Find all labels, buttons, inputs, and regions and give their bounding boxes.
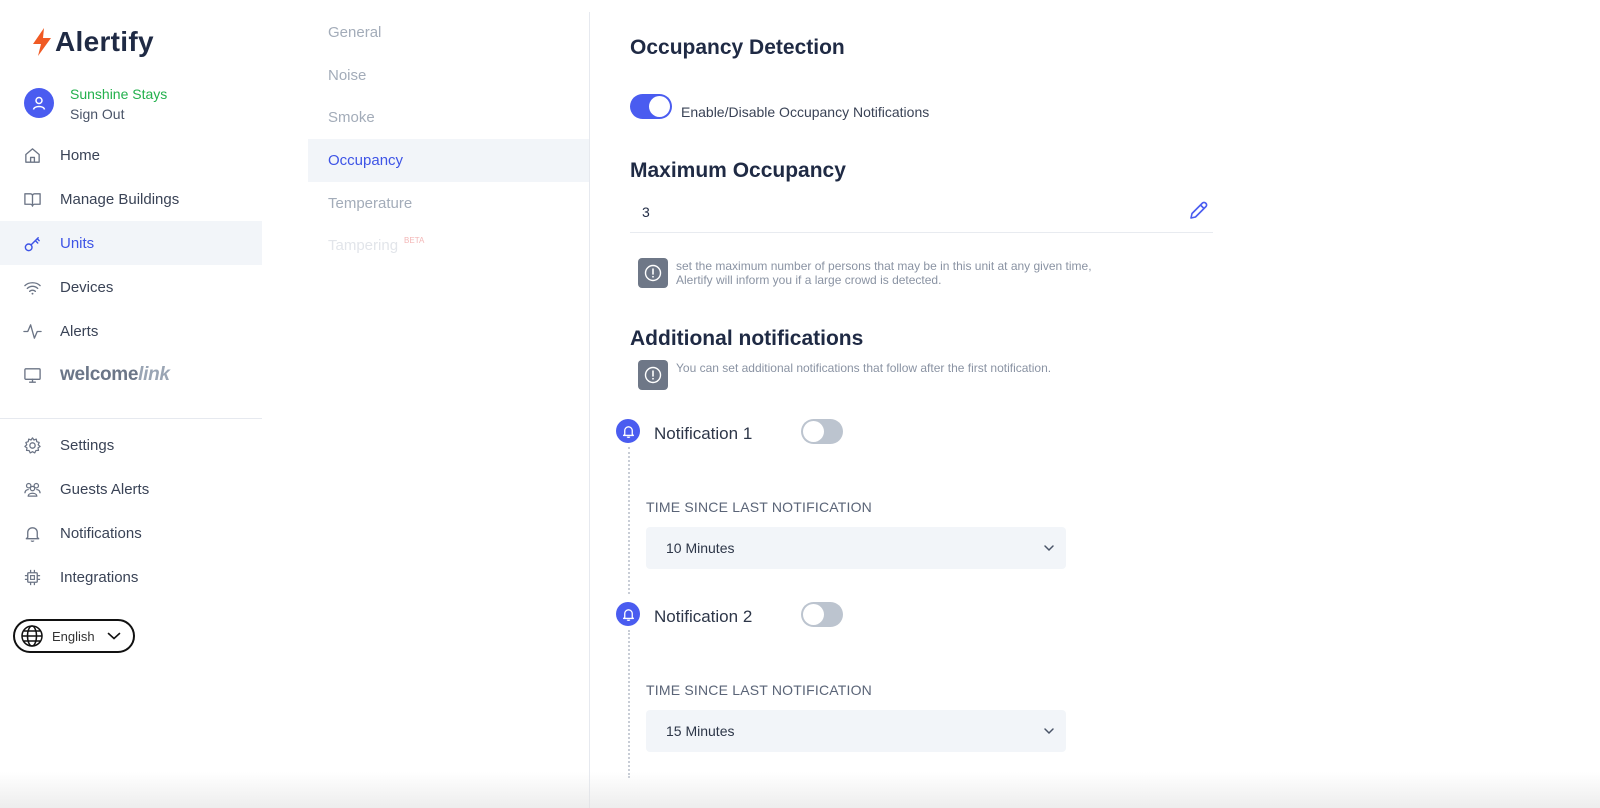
settings-subnav: General Noise Smoke Occupancy Temperatur… bbox=[308, 11, 589, 267]
welcomelink-part2: link bbox=[138, 364, 170, 385]
monitor-icon bbox=[22, 365, 42, 385]
notification-1-toggle[interactable] bbox=[801, 419, 843, 444]
notification-bell-icon bbox=[616, 419, 640, 443]
pencil-icon[interactable] bbox=[1187, 200, 1209, 227]
timeline-line bbox=[628, 447, 630, 594]
sidebar-item-label: Alerts bbox=[60, 322, 99, 340]
enable-occupancy-label: Enable/Disable Occupancy Notifications bbox=[681, 104, 930, 120]
sidebar-item-label: Settings bbox=[60, 436, 115, 454]
sidebar-item-label: Units bbox=[60, 234, 95, 252]
notification-1-time-value: 10 Minutes bbox=[666, 540, 735, 556]
max-occupancy-help-line2: Alertify will inform you if a large crow… bbox=[676, 273, 942, 287]
info-icon bbox=[638, 360, 668, 390]
page-title: Occupancy Detection bbox=[630, 36, 845, 59]
beta-badge: BETA bbox=[404, 236, 425, 246]
wifi-icon bbox=[22, 277, 42, 297]
sidebar-item-notifications[interactable]: Notifications bbox=[0, 511, 262, 555]
activity-icon bbox=[22, 321, 42, 341]
sidebar-item-devices[interactable]: Devices bbox=[0, 265, 262, 309]
tab-noise[interactable]: Noise bbox=[308, 54, 589, 97]
sidebar-item-label: Notifications bbox=[60, 524, 142, 542]
toggle-knob bbox=[803, 421, 824, 442]
notification-1-time-select[interactable]: 10 Minutes bbox=[646, 527, 1066, 569]
notification-2-time-select[interactable]: 15 Minutes bbox=[646, 710, 1066, 752]
notification-1-label: Notification 1 bbox=[654, 424, 753, 443]
sidebar-item-welcomelink[interactable]: welcomelink bbox=[0, 353, 262, 397]
sidebar-item-settings[interactable]: Settings bbox=[0, 423, 262, 467]
tab-smoke[interactable]: Smoke bbox=[308, 96, 589, 139]
info-icon bbox=[638, 258, 668, 288]
sidebar-item-alerts[interactable]: Alerts bbox=[0, 309, 262, 353]
sidebar: Alertify Sunshine Stays Sign Out Home Ma… bbox=[0, 0, 262, 808]
welcomelink-part1: welcome bbox=[60, 364, 139, 385]
lightning-icon bbox=[33, 28, 51, 56]
sidebar-item-guests-alerts[interactable]: Guests Alerts bbox=[0, 467, 262, 511]
book-icon bbox=[22, 189, 42, 209]
notification-2-toggle[interactable] bbox=[801, 602, 843, 627]
sidebar-item-home[interactable]: Home bbox=[0, 133, 262, 177]
sidebar-item-label: Devices bbox=[60, 278, 114, 296]
tab-temperature[interactable]: Temperature bbox=[308, 182, 589, 225]
logo[interactable]: Alertify bbox=[30, 26, 154, 58]
tab-tampering: Tampering BETA bbox=[308, 224, 589, 267]
max-occupancy-title: Maximum Occupancy bbox=[630, 159, 846, 182]
bell-icon bbox=[22, 523, 42, 543]
additional-notifications-help: You can set additional notifications tha… bbox=[676, 361, 1052, 375]
bottom-fade bbox=[0, 772, 1600, 808]
chip-icon bbox=[22, 567, 42, 587]
sidebar-item-units[interactable]: Units bbox=[0, 221, 262, 265]
sidebar-item-label: Guests Alerts bbox=[60, 480, 150, 498]
max-occupancy-help-line1: set the maximum number of persons that m… bbox=[676, 259, 1092, 273]
notification-2-time-value: 15 Minutes bbox=[666, 723, 735, 739]
sign-out-link[interactable]: Sign Out bbox=[70, 104, 167, 124]
max-occupancy-value: 3 bbox=[642, 204, 650, 220]
tab-tampering-label: Tampering bbox=[328, 237, 399, 255]
sidebar-item-label: Integrations bbox=[60, 568, 139, 586]
toggle-knob bbox=[803, 604, 824, 625]
gear-icon bbox=[22, 435, 42, 455]
sidebar-item-manage-buildings[interactable]: Manage Buildings bbox=[0, 177, 262, 221]
tab-general[interactable]: General bbox=[308, 11, 589, 54]
main-nav: Home Manage Buildings Units Devices Aler… bbox=[0, 133, 262, 397]
sidebar-item-integrations[interactable]: Integrations bbox=[0, 555, 262, 599]
nav-divider bbox=[0, 418, 262, 419]
max-occupancy-field[interactable]: 3 bbox=[630, 196, 1213, 233]
language-label: English bbox=[52, 628, 95, 644]
max-occupancy-help: set the maximum number of persons that m… bbox=[676, 259, 1092, 287]
notification-bell-icon bbox=[616, 602, 640, 626]
user-icon bbox=[32, 96, 46, 110]
avatar[interactable] bbox=[24, 88, 54, 118]
occupancy-settings-panel: Occupancy Detection Enable/Disable Occup… bbox=[616, 0, 1550, 808]
language-selector[interactable]: English bbox=[13, 619, 135, 653]
sidebar-item-label: Manage Buildings bbox=[60, 190, 180, 208]
secondary-nav: Settings Guests Alerts Notifications Int… bbox=[0, 423, 262, 599]
timeline-line bbox=[628, 630, 630, 778]
chevron-down-icon bbox=[1044, 545, 1054, 552]
key-icon bbox=[22, 233, 42, 253]
enable-occupancy-toggle[interactable] bbox=[630, 94, 672, 119]
sidebar-item-label: Home bbox=[60, 146, 101, 164]
welcomelink-logo: welcomelink bbox=[60, 364, 170, 386]
tab-occupancy[interactable]: Occupancy bbox=[308, 139, 589, 182]
account-block: Sunshine Stays Sign Out bbox=[24, 84, 167, 124]
notification-1-field-label: TIME SINCE LAST NOTIFICATION bbox=[646, 499, 872, 515]
logo-text: Alertify bbox=[55, 26, 154, 57]
subnav-divider bbox=[589, 12, 590, 808]
toggle-knob bbox=[649, 96, 670, 117]
home-icon bbox=[22, 145, 42, 165]
users-icon bbox=[22, 479, 42, 499]
chevron-down-icon bbox=[107, 632, 120, 640]
chevron-down-icon bbox=[1044, 728, 1054, 735]
notification-2-label: Notification 2 bbox=[654, 607, 753, 626]
additional-notifications-title: Additional notifications bbox=[630, 327, 864, 350]
globe-icon bbox=[21, 625, 43, 647]
notification-2-field-label: TIME SINCE LAST NOTIFICATION bbox=[646, 682, 872, 698]
account-name: Sunshine Stays bbox=[70, 86, 168, 102]
